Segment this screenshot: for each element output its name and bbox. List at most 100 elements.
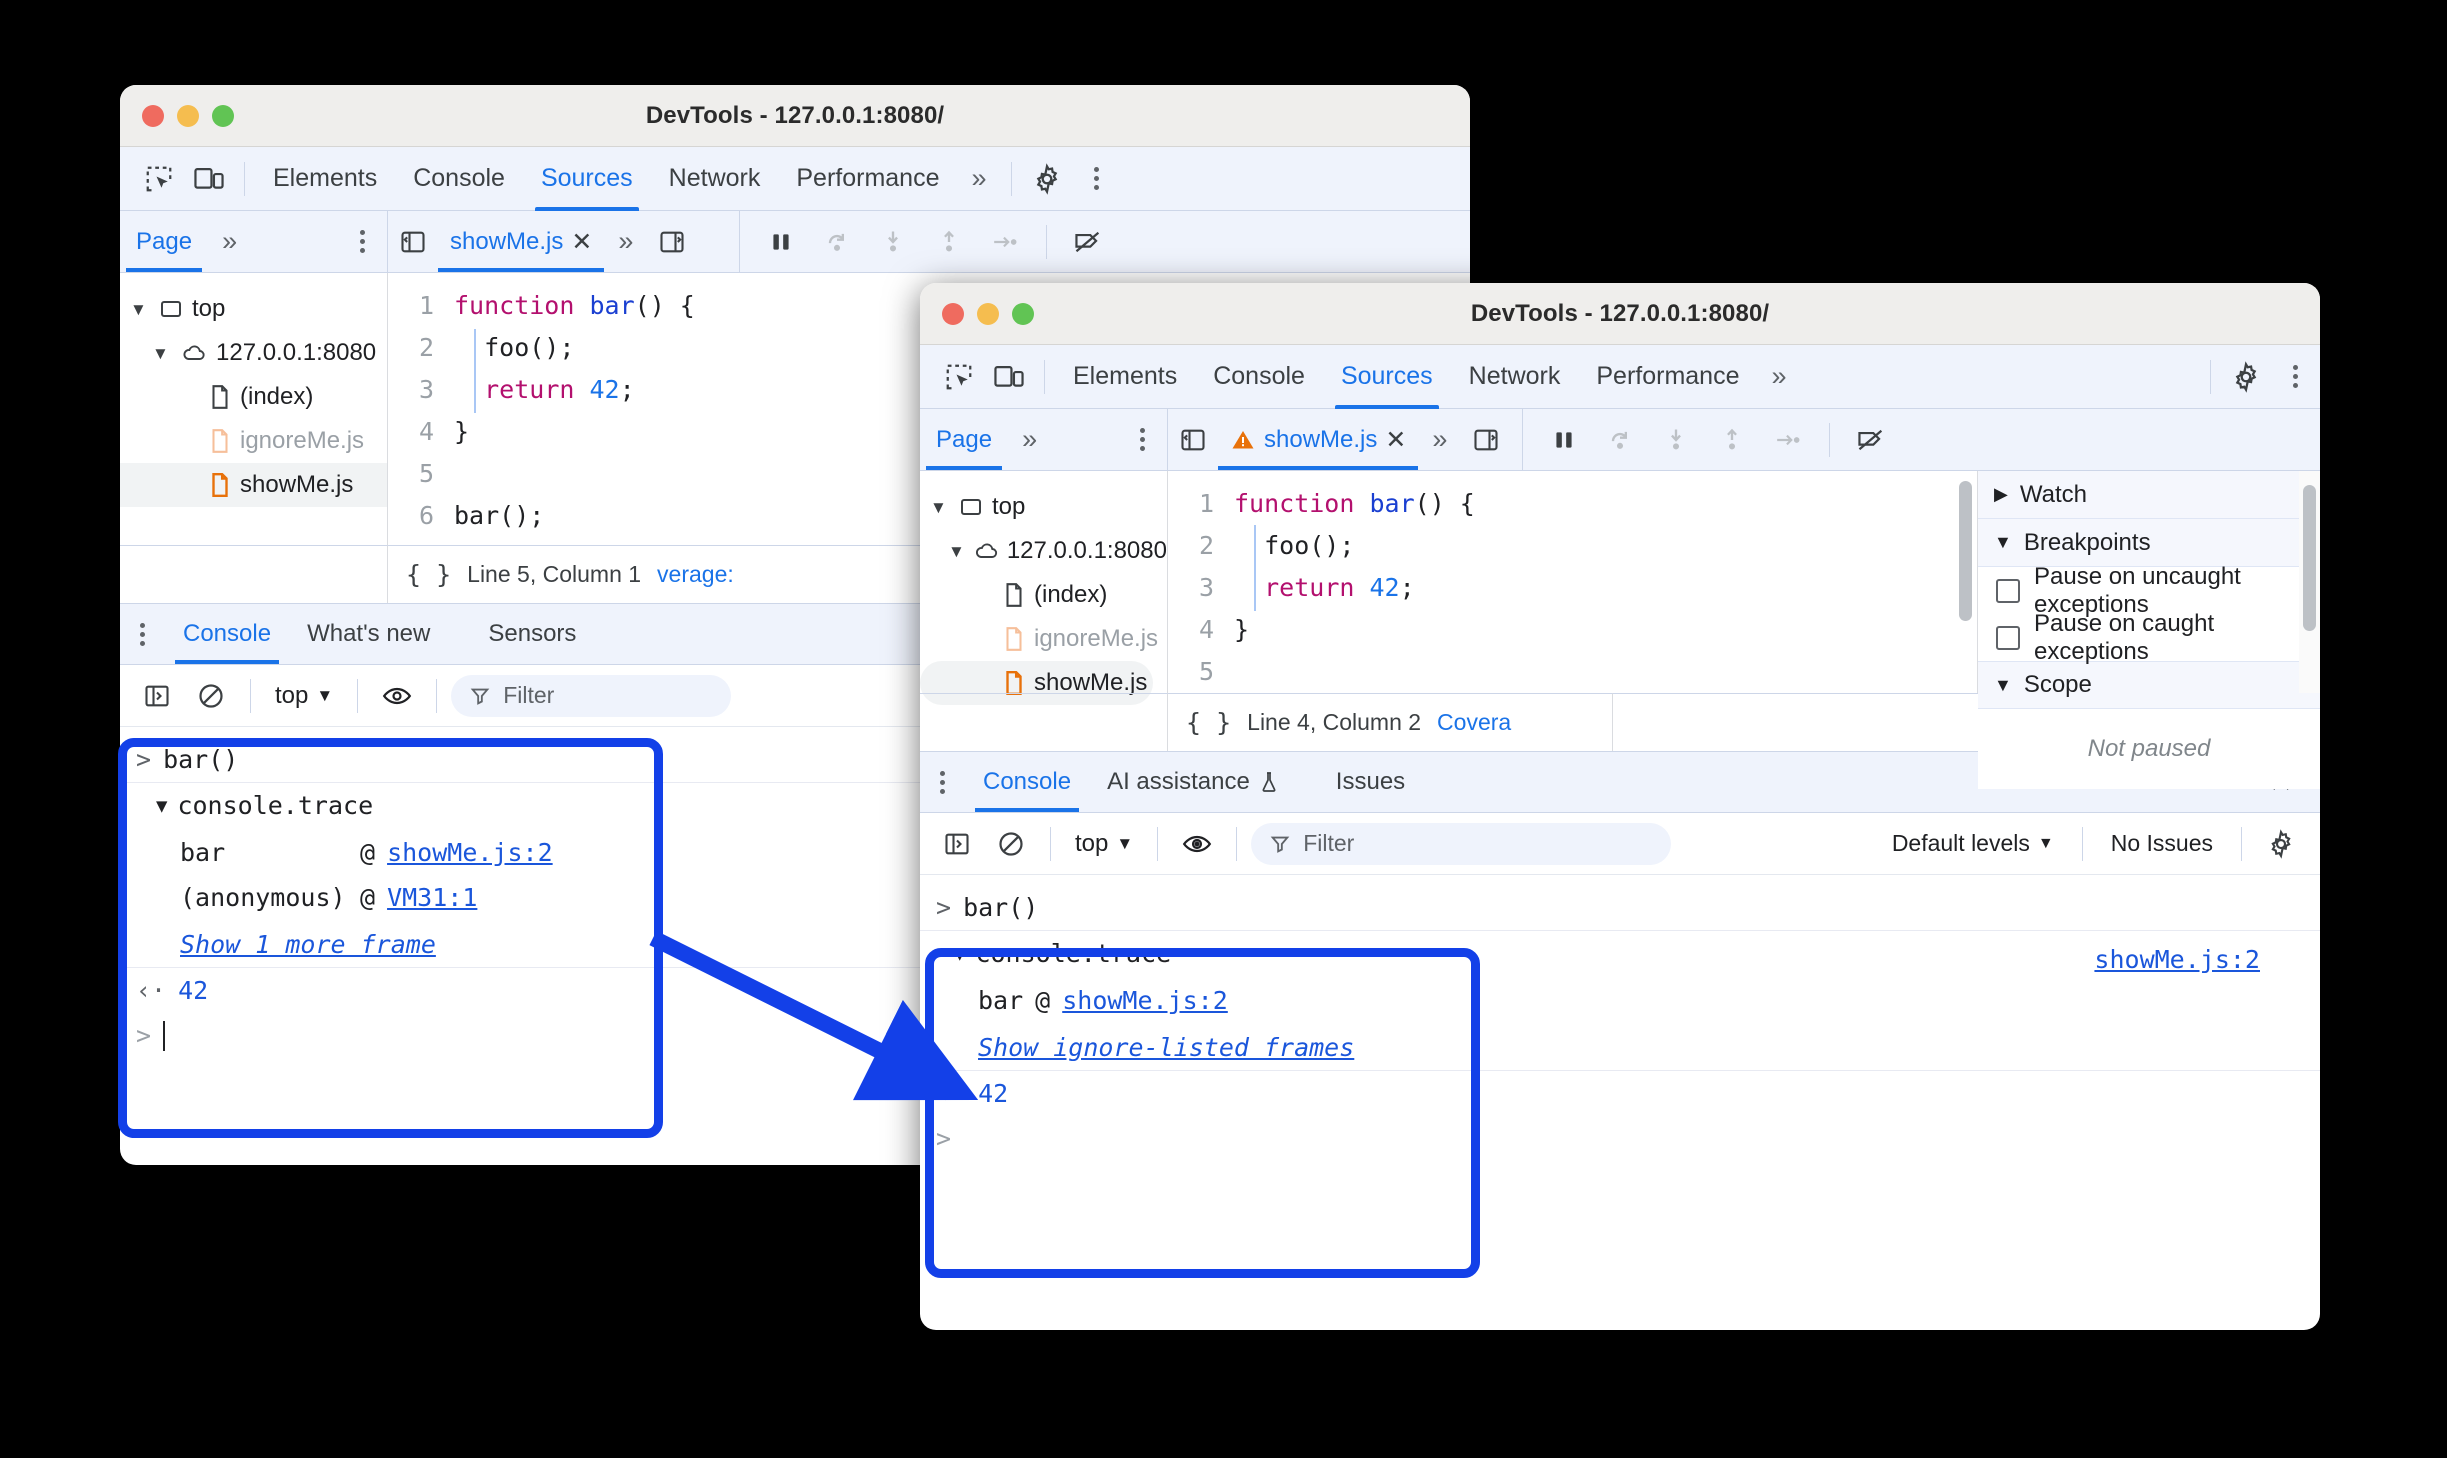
close-window-button[interactable] [142, 104, 164, 127]
step-icon[interactable] [1763, 417, 1813, 463]
pretty-print-icon[interactable]: { } [406, 560, 451, 589]
code-editor-front[interactable]: 1 function bar() { 2 foo(); 3 return 42;… [1168, 471, 1978, 693]
sidebar-scrollbar[interactable] [2303, 485, 2316, 631]
live-expression-eye-icon[interactable] [1172, 821, 1222, 867]
trace-source-link-wrapper[interactable]: showMe.js:2 [2094, 945, 2260, 974]
twisty-down-icon[interactable]: ▼ [1994, 532, 2012, 553]
gear-icon[interactable] [2221, 354, 2271, 400]
tab-performance[interactable]: Performance [778, 147, 957, 211]
tab-sources[interactable]: Sources [1323, 345, 1451, 409]
sources-subtoolbar-front[interactable]: Page » showMe.js ✕ » [920, 409, 2320, 471]
twisty-down-icon[interactable]: ▼ [156, 795, 167, 817]
titlebar-front[interactable]: DevTools - 127.0.0.1:8080/ [920, 283, 2320, 345]
drawer-tab-console[interactable]: Console [165, 604, 289, 664]
inspect-element-icon[interactable] [934, 354, 984, 400]
twisty-down-icon[interactable]: ▼ [930, 499, 950, 516]
tab-network[interactable]: Network [1451, 345, 1579, 409]
execution-context-selector[interactable]: top ▼ [265, 682, 343, 710]
stack-frame-link[interactable]: showMe.js:2 [1062, 986, 1228, 1015]
checkbox-pause-uncaught[interactable] [1996, 578, 2020, 603]
chevron-double-right-icon[interactable]: » [1757, 361, 1800, 392]
deactivate-breakpoints-icon[interactable] [1063, 219, 1113, 265]
devtools-window-front[interactable]: DevTools - 127.0.0.1:8080/ Elements Cons… [920, 283, 2320, 1330]
step-into-icon[interactable] [868, 219, 918, 265]
minimize-window-button[interactable] [177, 104, 199, 127]
window-controls-front[interactable] [942, 302, 1034, 325]
tab-console[interactable]: Console [395, 147, 523, 211]
debugger-sidebar[interactable]: ▶ Watch ▼ Breakpoints Pause on uncaught … [1978, 471, 2320, 789]
twisty-down-icon[interactable]: ▼ [1994, 675, 2012, 696]
log-levels-selector[interactable]: Default levels ▼ [1878, 830, 2068, 857]
editor-tab-showme[interactable]: showMe.js ✕ [438, 211, 605, 272]
editor-scrollbar[interactable] [1959, 481, 1972, 621]
drawer-tab-whats-new[interactable]: What's new [289, 604, 448, 664]
debugger-section-scope[interactable]: ▼ Scope [1978, 661, 2320, 709]
console-caret[interactable] [163, 1021, 166, 1051]
clear-console-icon[interactable] [986, 821, 1036, 867]
titlebar-back[interactable]: DevTools - 127.0.0.1:8080/ [120, 85, 1470, 147]
drawer-tab-sensors[interactable]: Sensors [448, 604, 594, 664]
twisty-right-icon[interactable]: ▶ [1994, 484, 2008, 505]
trace-source-link[interactable]: showMe.js:2 [2094, 945, 2260, 974]
execution-context-selector[interactable]: top ▼ [1065, 830, 1143, 858]
show-more-frames-row[interactable]: Show ignore-listed frames [954, 1033, 2320, 1062]
editor-tabs-overflow-icon[interactable]: » [604, 226, 647, 257]
tree-node-ignoreme[interactable]: ▼ ignoreMe.js [120, 419, 387, 463]
navigator-tree-front[interactable]: ▼ top ▼ 127.0.0.1:8080 ▼ (index) ▼ [920, 471, 1168, 705]
console-toolbar-front[interactable]: top ▼ Filter Default levels ▼ No Issues [920, 813, 2320, 875]
step-out-icon[interactable] [924, 219, 974, 265]
step-icon[interactable] [980, 219, 1030, 265]
console-sidebar-icon[interactable] [932, 821, 982, 867]
tree-node-index[interactable]: ▼ (index) [120, 375, 387, 419]
maximize-window-button[interactable] [212, 104, 234, 127]
close-window-button[interactable] [942, 302, 964, 325]
twisty-down-icon[interactable]: ▼ [130, 301, 150, 318]
tab-console[interactable]: Console [1195, 345, 1323, 409]
pause-uncaught-exceptions-row[interactable]: Pause on uncaught exceptions [1978, 563, 2320, 618]
navigator-overflow-icon[interactable]: » [208, 226, 251, 257]
twisty-down-icon[interactable]: ▼ [948, 543, 966, 560]
twisty-down-icon[interactable]: ▼ [152, 345, 172, 362]
editor-tab-showme[interactable]: showMe.js ✕ [1218, 409, 1419, 470]
stack-frame-link[interactable]: showMe.js:2 [387, 838, 553, 867]
close-icon[interactable]: ✕ [1385, 425, 1406, 455]
drawer-menu-icon[interactable] [920, 770, 965, 794]
kebab-menu-icon[interactable] [2271, 365, 2320, 388]
tab-performance[interactable]: Performance [1578, 345, 1757, 409]
editor-tabs-overflow-icon[interactable]: » [1418, 424, 1461, 455]
pause-caught-exceptions-row[interactable]: Pause on caught exceptions [1978, 610, 2320, 665]
tree-node-index[interactable]: ▼ (index) [920, 573, 1167, 617]
maximize-window-button[interactable] [1012, 302, 1034, 325]
console-trace-group[interactable]: ▼ console.trace showMe.js:2 bar @ showMe… [920, 930, 2320, 1071]
show-debugger-icon[interactable] [647, 219, 697, 265]
minimize-window-button[interactable] [977, 302, 999, 325]
devtools-tabbar-front[interactable]: Elements Console Sources Network Perform… [920, 345, 2320, 409]
clear-console-icon[interactable] [186, 673, 236, 719]
tab-network[interactable]: Network [651, 147, 779, 211]
inspect-element-icon[interactable] [134, 156, 184, 202]
navigator-tab-page[interactable]: Page [920, 409, 1008, 470]
tree-node-top[interactable]: ▼ top [920, 485, 1167, 529]
show-more-frames-link[interactable]: Show 1 more frame [180, 930, 436, 959]
tree-node-showme[interactable]: ▼ showMe.js [120, 463, 387, 507]
show-debugger-icon[interactable] [1461, 417, 1511, 463]
tree-node-top[interactable]: ▼ top [120, 287, 387, 331]
coverage-label[interactable]: verage: [657, 561, 734, 588]
tree-node-origin[interactable]: ▼ 127.0.0.1:8080 [120, 331, 387, 375]
chevron-double-right-icon[interactable]: » [957, 163, 1000, 194]
drawer-tab-console[interactable]: Console [965, 752, 1089, 812]
pretty-print-icon[interactable]: { } [1186, 708, 1231, 737]
show-navigator-icon[interactable] [1168, 417, 1218, 463]
show-ignore-listed-frames-link[interactable]: Show ignore-listed frames [978, 1033, 1354, 1062]
drawer-tab-issues[interactable]: Issues [1298, 752, 1423, 812]
device-toolbar-icon[interactable] [984, 354, 1034, 400]
pause-script-icon[interactable] [756, 219, 806, 265]
navigator-tab-page[interactable]: Page [120, 211, 208, 272]
twisty-down-icon[interactable]: ▼ [954, 943, 965, 965]
tree-node-ignoreme[interactable]: ▼ ignoreMe.js [920, 617, 1167, 661]
console-sidebar-icon[interactable] [132, 673, 182, 719]
navigator-menu-icon[interactable] [1118, 428, 1167, 451]
kebab-menu-icon[interactable] [1072, 167, 1121, 190]
device-toolbar-icon[interactable] [184, 156, 234, 202]
navigator-menu-icon[interactable] [338, 230, 387, 253]
